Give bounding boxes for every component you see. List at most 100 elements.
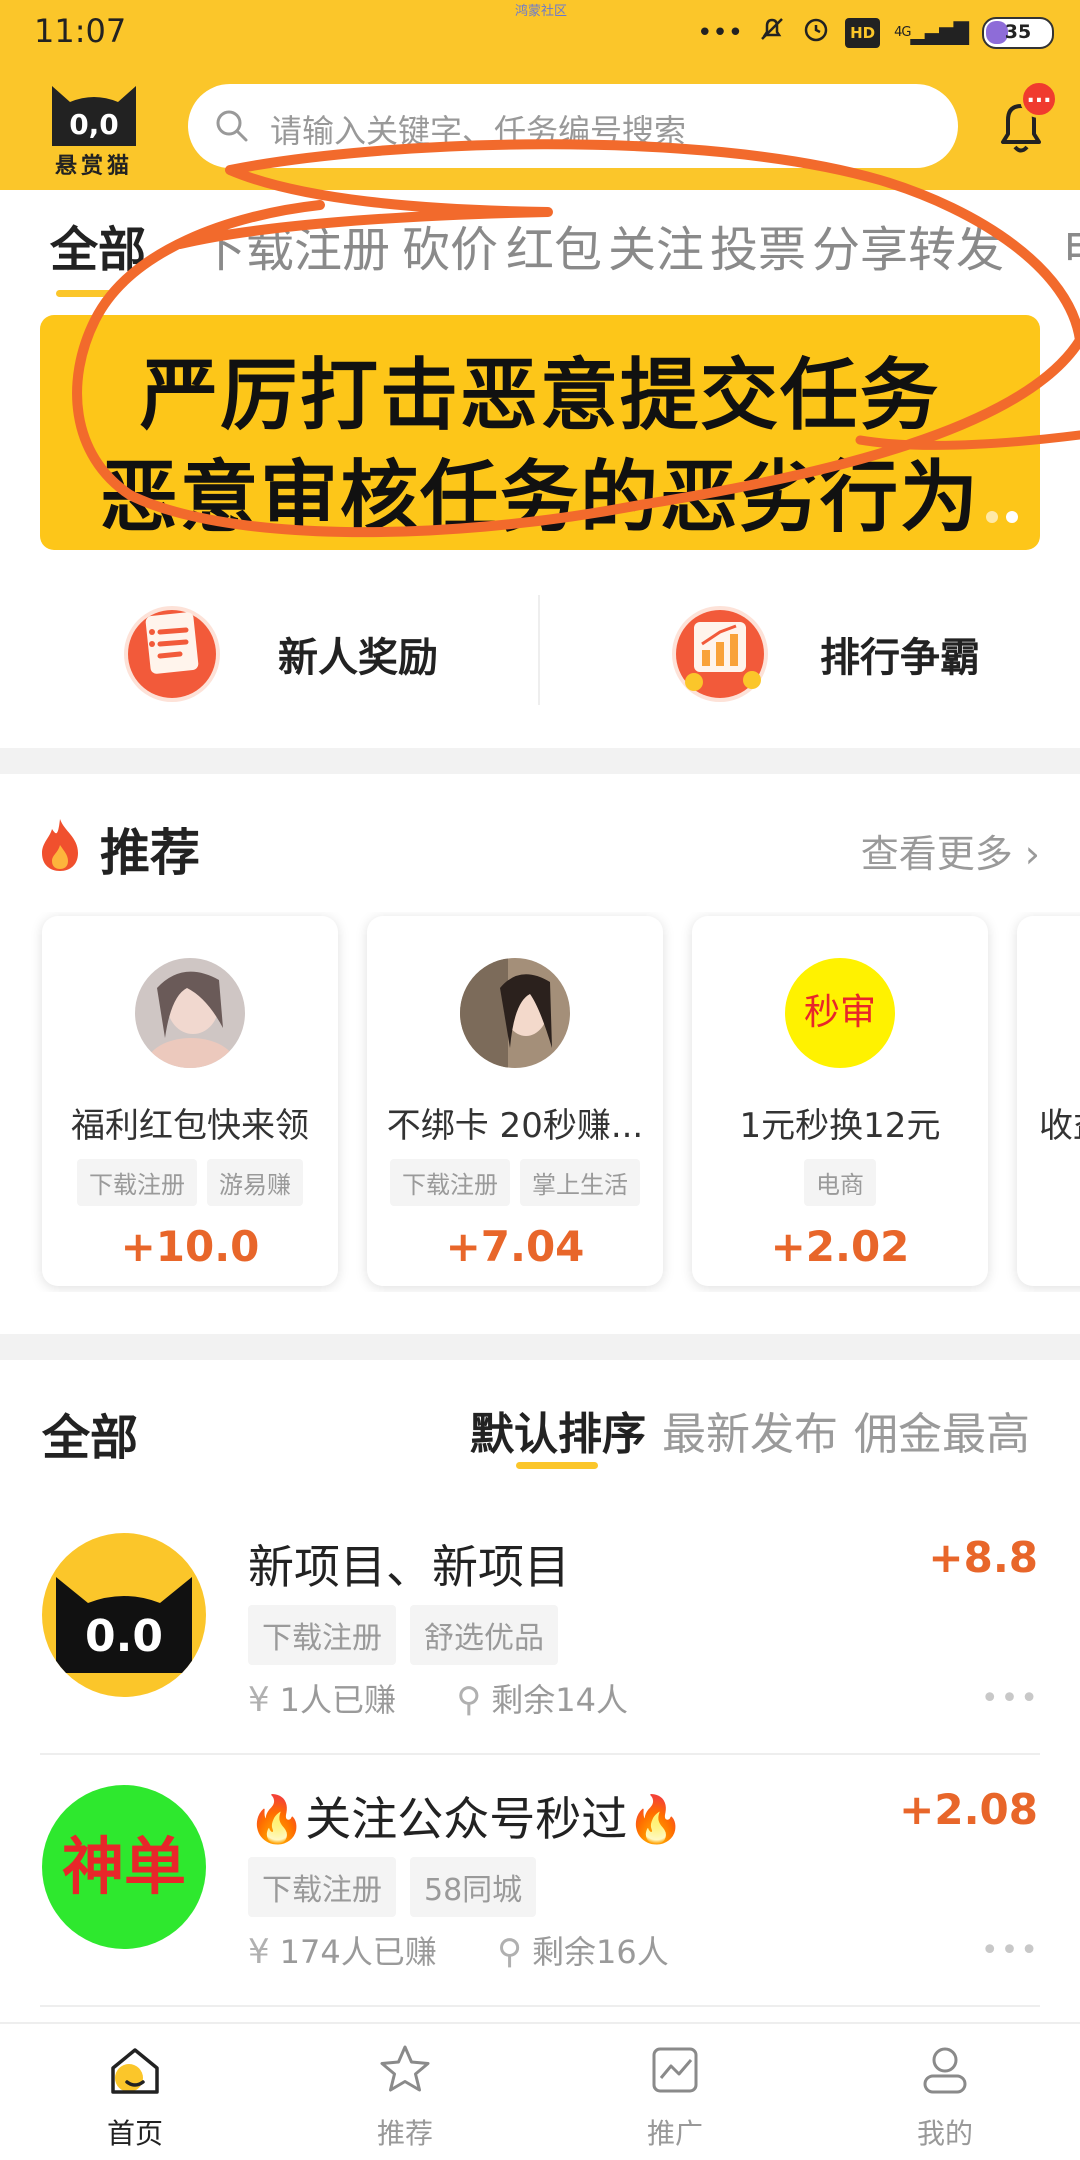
tag: 电商 bbox=[804, 1159, 876, 1206]
nav-profile[interactable]: 我的 bbox=[810, 2024, 1080, 2160]
yuan-icon: ¥ bbox=[248, 1932, 270, 1972]
status-icons: ••• HD 4G▂▄▆█ 35 bbox=[697, 14, 1054, 51]
signal-icon: 4G▂▄▆█ bbox=[894, 20, 969, 45]
tab-share[interactable]: 分享转发 bbox=[812, 210, 1004, 280]
tag: 下载注册 bbox=[248, 1857, 396, 1917]
carousel-dot-active bbox=[1006, 511, 1018, 523]
task-reward: +2.08 bbox=[899, 1785, 1038, 1834]
tab-all[interactable]: 全部 bbox=[50, 210, 146, 280]
person-icon: ⚲ bbox=[456, 1680, 482, 1720]
tab-download-register[interactable]: 下载注册 bbox=[198, 210, 390, 280]
recommend-card[interactable]: 秒审 1元秒换12元 电商 +2.02 bbox=[692, 916, 988, 1286]
person-icon: ⚲ bbox=[497, 1932, 522, 1972]
recommend-header: 推荐 查看更多 › bbox=[0, 805, 1080, 885]
more-dots-icon: ••• bbox=[697, 17, 744, 48]
category-tabs: 全部 下载注册 砍价 红包 关注 投票 分享转发 电 bbox=[0, 200, 1080, 300]
banner-line-1: 严厉打击恶意提交任务 bbox=[139, 351, 940, 441]
recommend-card[interactable]: 不绑卡 20秒赚... 下载注册 掌上生活 +7.04 bbox=[367, 916, 663, 1286]
card-tags: 下载注册 掌上生活 bbox=[367, 1159, 663, 1206]
card-title: 不绑卡 20秒赚... bbox=[386, 1106, 644, 1146]
section-gap bbox=[0, 1334, 1080, 1360]
more-options-icon[interactable]: ••• bbox=[981, 1933, 1040, 1968]
divider bbox=[538, 595, 540, 705]
app-logo[interactable]: 0,0 悬赏猫 bbox=[42, 78, 146, 179]
tag: 下载注册 bbox=[248, 1605, 396, 1665]
chevron-right-icon: › bbox=[1012, 832, 1040, 876]
tab-bargain[interactable]: 砍价 bbox=[402, 210, 498, 280]
cat-logo-icon: 0.0 bbox=[56, 1577, 192, 1673]
search-placeholder: 请输入关键字、任务编号搜索 bbox=[270, 112, 687, 150]
card-title: 收益 bbox=[1039, 1106, 1080, 1146]
nav-promote[interactable]: 推广 bbox=[540, 2024, 810, 2160]
announcement-banner[interactable]: 严厉打击恶意提交任务 恶意审核任务的恶劣行为 bbox=[40, 315, 1040, 550]
sort-default[interactable]: 默认排序 bbox=[470, 1398, 646, 1462]
card-reward: +7.04 bbox=[445, 1222, 585, 1271]
remaining-count: 剩余16人 bbox=[531, 1933, 669, 1971]
divider bbox=[40, 2005, 1040, 2007]
search-icon bbox=[216, 110, 248, 142]
remaining-count: 剩余14人 bbox=[491, 1681, 628, 1719]
task-list-title: 全部 bbox=[42, 1410, 139, 1466]
nav-profile-label: 我的 bbox=[916, 2117, 973, 2150]
recommend-card[interactable]: 收益 bbox=[1017, 916, 1080, 1286]
nav-promote-label: 推广 bbox=[646, 2117, 703, 2150]
card-reward: +10.0 bbox=[120, 1222, 260, 1271]
bottom-navigation: 首页 推荐 推广 我的 bbox=[0, 2022, 1080, 2160]
sort-newest[interactable]: 最新发布 bbox=[662, 1398, 838, 1462]
notification-badge: ... bbox=[1020, 80, 1058, 118]
watermark: 鸿蒙社区 bbox=[515, 4, 568, 19]
nav-home-label: 首页 bbox=[106, 2117, 163, 2150]
yuan-icon: ¥ bbox=[248, 1680, 270, 1720]
recommend-card[interactable]: 福利红包快来领 下载注册 游易赚 +10.0 bbox=[42, 916, 338, 1286]
view-more-label: 查看更多 bbox=[860, 832, 1013, 876]
tab-indicator bbox=[56, 290, 112, 297]
tab-vote[interactable]: 投票 bbox=[710, 210, 806, 280]
photo-avatar bbox=[460, 958, 570, 1068]
tag: 游易赚 bbox=[207, 1159, 303, 1206]
tab-follow[interactable]: 关注 bbox=[608, 210, 704, 280]
sort-highest-commission[interactable]: 佣金最高 bbox=[854, 1398, 1030, 1462]
quick-actions: 新人奖励 排行争霸 bbox=[0, 570, 1080, 720]
tab-ecommerce[interactable]: 电 bbox=[1062, 210, 1080, 280]
ranking-button[interactable]: 排行争霸 bbox=[540, 570, 1080, 720]
task-title: 关注公众号秒过 bbox=[305, 1792, 628, 1846]
task-meta: ¥1人已赚 ⚲ 剩余14人 bbox=[248, 1675, 628, 1721]
search-input[interactable]: 请输入关键字、任务编号搜索 bbox=[188, 84, 958, 168]
task-list-item[interactable]: 神单 🔥关注公众号秒过🔥 +2.08 下载注册 58同城 ¥174人已赚 ⚲ 剩余… bbox=[0, 1757, 1080, 2007]
task-list-item[interactable]: 0.0 新项目、新项目 +8.8 下载注册 舒选优品 ¥1人已赚 ⚲ 剩余14人 … bbox=[0, 1505, 1080, 1755]
alarm-icon bbox=[801, 14, 831, 51]
recommend-cards: 福利红包快来领 下载注册 游易赚 +10.0 不绑卡 20秒赚... 下载注册 … bbox=[0, 912, 1080, 1292]
earned-count: 174人已赚 bbox=[279, 1933, 437, 1971]
task-title-row: 🔥关注公众号秒过🔥 bbox=[248, 1783, 685, 1849]
task-title: 新项目、新项目 bbox=[248, 1540, 570, 1594]
tag: 58同城 bbox=[410, 1857, 537, 1917]
fire-icon bbox=[42, 819, 78, 871]
nav-recommend[interactable]: 推荐 bbox=[270, 2024, 540, 2160]
view-more-link[interactable]: 查看更多 › bbox=[861, 823, 1040, 878]
earned-count: 1人已赚 bbox=[279, 1681, 397, 1719]
newcomer-reward-icon bbox=[124, 606, 220, 702]
more-options-icon[interactable]: ••• bbox=[981, 1681, 1040, 1716]
card-avatar-text: 秒审 bbox=[785, 958, 895, 1068]
tab-red-packet[interactable]: 红包 bbox=[506, 210, 602, 280]
divider bbox=[40, 1753, 1040, 1755]
tag: 舒选优品 bbox=[410, 1605, 558, 1665]
recommend-title: 推荐 bbox=[100, 824, 200, 882]
star-icon bbox=[380, 2045, 430, 2092]
newcomer-reward-button[interactable]: 新人奖励 bbox=[0, 570, 538, 720]
card-tags: 电商 bbox=[692, 1159, 988, 1206]
fire-icon: 🔥 bbox=[627, 1792, 685, 1846]
fire-icon: 🔥 bbox=[248, 1792, 306, 1846]
ranking-icon bbox=[672, 606, 768, 702]
app-header: 11:07 鸿蒙社区 ••• HD 4G▂▄▆█ 35 0,0 悬赏猫 请输入关… bbox=[0, 0, 1080, 190]
card-title: 1元秒换12元 bbox=[739, 1106, 941, 1146]
home-icon bbox=[111, 2048, 159, 2094]
banner-line-2: 恶意审核任务的恶劣行为 bbox=[99, 453, 980, 543]
card-tags: 下载注册 游易赚 bbox=[42, 1159, 338, 1206]
nav-recommend-label: 推荐 bbox=[376, 2117, 433, 2150]
svg-text:0.0: 0.0 bbox=[85, 1611, 163, 1662]
carousel-dot bbox=[986, 511, 998, 523]
sort-indicator bbox=[516, 1462, 598, 1469]
nav-home[interactable]: 首页 bbox=[0, 2024, 270, 2160]
cat-logo-icon: 0,0 bbox=[52, 86, 136, 146]
